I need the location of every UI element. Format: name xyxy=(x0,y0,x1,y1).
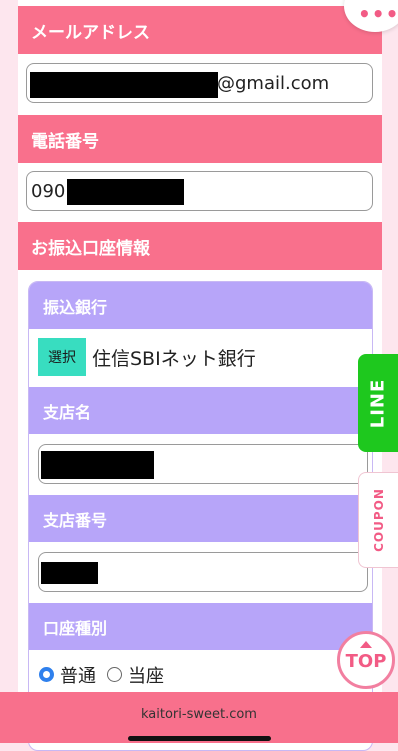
account-type-label: 口座種別 xyxy=(43,618,108,638)
redacted-phone-number xyxy=(67,179,184,205)
home-indicator[interactable] xyxy=(128,736,271,741)
redacted-branch-number xyxy=(41,562,98,584)
phone-section-header: 電話番号 xyxy=(18,115,382,163)
line-tab[interactable]: LINE xyxy=(358,354,398,452)
branch-name-header: 支店名 xyxy=(29,387,372,434)
account-type-header: 口座種別 xyxy=(29,603,372,650)
email-section-header: メールアドレス xyxy=(18,6,382,54)
redacted-branch-name xyxy=(41,451,154,479)
account-type-radio-group: 普通 当座 xyxy=(39,662,339,688)
bank-section-header: お振込口座情報 xyxy=(18,222,382,270)
coupon-label: COUPON xyxy=(371,488,386,552)
bank-info-panel: 振込銀行 選択 住信SBIネット銀行 支店名 支店番号 口座種別 普通 当座 xyxy=(28,281,373,751)
branch-name-label: 支店名 xyxy=(43,402,92,422)
redacted-email-username xyxy=(30,72,218,98)
branch-number-field[interactable] xyxy=(38,552,368,592)
phone-prefix-text: 090 xyxy=(31,181,66,202)
radio-checking-label[interactable]: 当座 xyxy=(128,662,164,688)
radio-ordinary-label[interactable]: 普通 xyxy=(60,662,96,688)
coupon-tab[interactable]: COUPON xyxy=(358,472,398,568)
phone-field[interactable]: 090 xyxy=(26,171,373,211)
top-label: TOP xyxy=(345,651,387,672)
email-field[interactable]: @gmail.com xyxy=(26,63,373,103)
up-arrow-icon xyxy=(360,641,372,648)
dots-icon: ••• xyxy=(358,2,398,26)
phone-label: 電話番号 xyxy=(31,131,99,152)
bank-header: 振込銀行 xyxy=(29,282,372,329)
branch-number-label: 支店番号 xyxy=(43,510,108,530)
back-to-top-button[interactable]: TOP xyxy=(337,631,395,689)
bank-label: 振込銀行 xyxy=(43,297,108,317)
email-domain-text: @gmail.com xyxy=(217,73,330,94)
branch-number-header: 支店番号 xyxy=(29,495,372,542)
line-label: LINE xyxy=(367,378,389,428)
radio-checking[interactable] xyxy=(107,667,122,682)
url-text: kaitori-sweet.com xyxy=(141,707,257,722)
bank-name-text: 住信SBIネット銀行 xyxy=(92,348,256,370)
branch-name-field[interactable] xyxy=(38,444,368,484)
select-bank-button[interactable]: 選択 xyxy=(38,338,86,376)
email-label: メールアドレス xyxy=(31,22,150,43)
radio-ordinary[interactable] xyxy=(39,667,54,682)
form-page: メールアドレス @gmail.com 電話番号 090 お振込口座情報 振込銀行… xyxy=(18,0,382,751)
bank-section-label: お振込口座情報 xyxy=(31,238,150,259)
